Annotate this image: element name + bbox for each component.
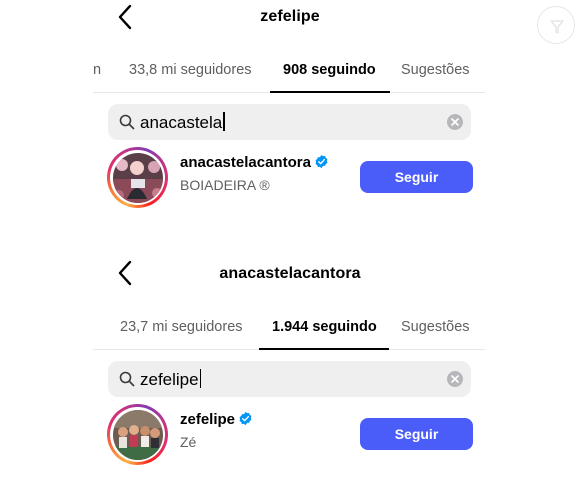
- active-tab-indicator: [259, 348, 389, 350]
- search-value: anacastela: [140, 112, 225, 133]
- clear-icon[interactable]: [447, 371, 463, 387]
- tab-followers[interactable]: 23,7 mi seguidores: [120, 319, 243, 335]
- username-text: anacastelacantora: [180, 154, 311, 171]
- profile-tabs: n 33,8 mi seguidores 908 seguindo Sugest…: [0, 62, 580, 93]
- profile-title: anacastelacantora: [219, 265, 361, 282]
- username-text: zefelipe: [180, 411, 236, 428]
- text-caret: [199, 369, 202, 388]
- search-result-row[interactable]: zefelipe Zé Seguir: [107, 404, 475, 466]
- result-subtitle: BOIADEIRA ®: [180, 177, 270, 193]
- avatar-story-ring[interactable]: [107, 404, 168, 465]
- watermark-logo: [537, 6, 575, 44]
- tab-following[interactable]: 908 seguindo: [283, 62, 376, 78]
- result-subtitle: Zé: [180, 434, 197, 450]
- avatar-story-ring[interactable]: [107, 147, 168, 208]
- tab-following[interactable]: 1.944 seguindo: [272, 319, 377, 335]
- follow-button[interactable]: Seguir: [360, 418, 473, 450]
- search-icon: [119, 371, 135, 387]
- avatar-image: [112, 152, 163, 203]
- screenshot-panel-bottom: anacastelacantora 23,7 mi seguidores 1.9…: [0, 252, 580, 493]
- verified-badge-icon: [314, 154, 329, 169]
- screenshot-panel-top: zefelipe n 33,8 mi seguidores 908 seguin…: [0, 0, 580, 240]
- tab-suggestions[interactable]: Sugestões: [401, 319, 470, 335]
- result-username[interactable]: anacastelacantora: [180, 154, 329, 171]
- verified-badge-icon: [238, 411, 253, 426]
- tab-suggestions[interactable]: Sugestões: [401, 62, 470, 78]
- search-input[interactable]: anacastela: [108, 104, 471, 140]
- follow-button[interactable]: Seguir: [360, 161, 473, 193]
- text-caret: [223, 112, 225, 131]
- tab-following-users[interactable]: n: [93, 62, 101, 78]
- avatar: [112, 152, 163, 203]
- active-tab-indicator: [270, 91, 390, 93]
- search-value: zefelipe: [140, 369, 202, 390]
- profile-title: zefelipe: [260, 8, 320, 25]
- avatar: [112, 409, 163, 460]
- profile-tabs: 23,7 mi seguidores 1.944 seguindo Sugest…: [0, 319, 580, 350]
- result-username[interactable]: zefelipe: [180, 411, 253, 428]
- clear-icon[interactable]: [447, 114, 463, 130]
- tab-followers[interactable]: 33,8 mi seguidores: [129, 62, 252, 78]
- search-input[interactable]: zefelipe: [108, 361, 471, 397]
- search-icon: [119, 114, 135, 130]
- search-result-row[interactable]: anacastelacantora BOIADEIRA ® Seguir: [107, 147, 475, 209]
- avatar-image: [112, 409, 163, 460]
